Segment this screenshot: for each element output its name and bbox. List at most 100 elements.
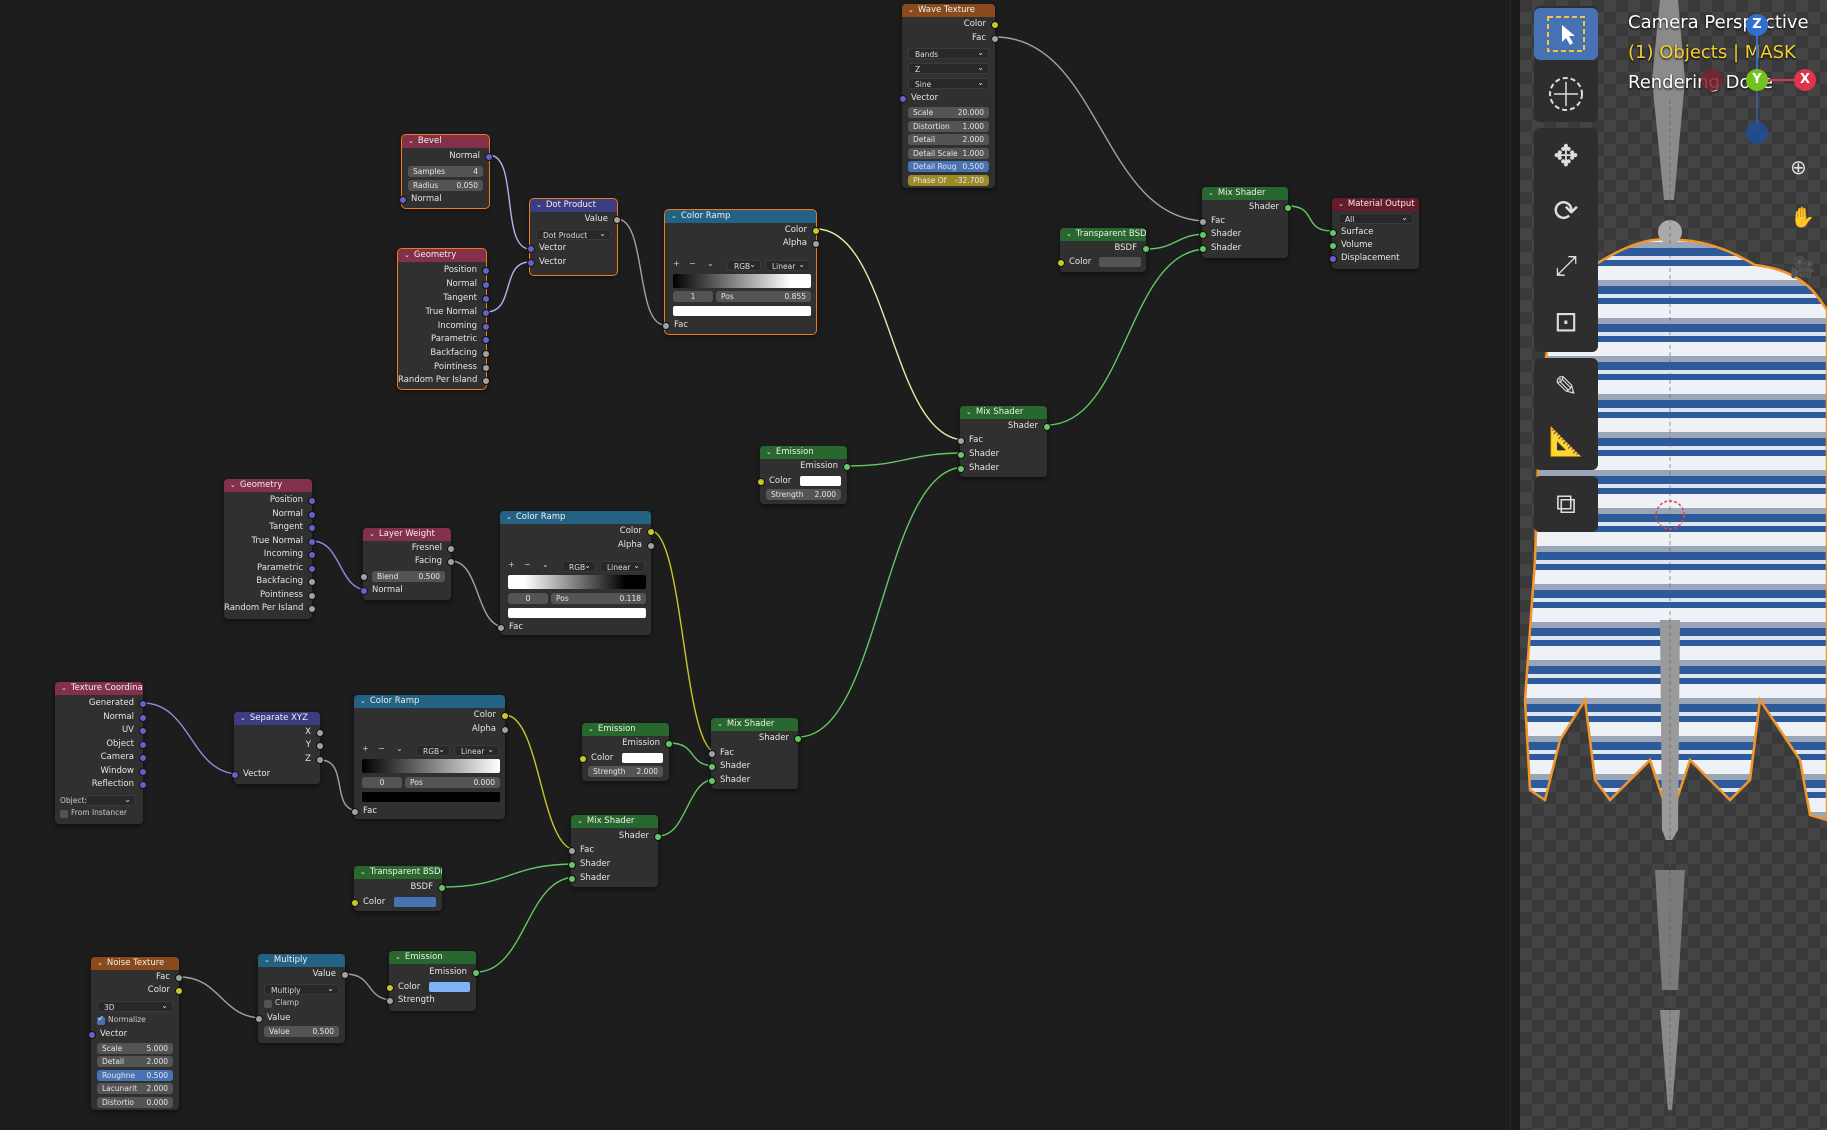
add-stop-button[interactable]: + [362, 744, 369, 753]
cursor-tool[interactable] [1534, 68, 1598, 120]
socket-random-per-island-out[interactable]: Random Per Island [398, 374, 490, 386]
ramp-interpolation-dropdown[interactable]: Linear [600, 560, 645, 572]
math-operation-dropdown[interactable]: Multiply [264, 983, 339, 995]
socket-incoming-out[interactable]: Incoming [224, 548, 316, 560]
ramp-stop-index[interactable]: 0 [508, 593, 548, 604]
ramp-stop-index[interactable]: 0 [362, 777, 402, 788]
from-instancer-checkbox[interactable] [60, 810, 68, 818]
wave-type-dropdown[interactable]: Bands [908, 47, 989, 59]
socket-vector-in[interactable]: Vector [526, 242, 617, 254]
transparent-color-swatch[interactable] [394, 897, 436, 907]
add-stop-button[interactable]: + [673, 259, 680, 268]
socket-window-out[interactable]: Window [55, 765, 147, 777]
node-header[interactable]: ⌄ Geometry [224, 479, 312, 492]
camera-view-icon[interactable]: 🎥 [1790, 255, 1815, 279]
socket-normal-in[interactable]: Normal [359, 584, 451, 596]
socket-shader-in[interactable]: Shader [1198, 228, 1288, 240]
node-header[interactable]: ⌄ Emission [389, 951, 476, 964]
ramp-stop-index[interactable]: 1 [673, 291, 713, 302]
socket-fac-in[interactable]: Fac [707, 747, 798, 759]
noise-detail-field[interactable]: Detail 2.000 [97, 1056, 173, 1067]
socket-parametric-out[interactable]: Parametric [398, 333, 490, 345]
socket-shader-out[interactable]: Shader [960, 420, 1051, 432]
socket-vector-in[interactable]: Vector [87, 1028, 179, 1040]
transparent-color-swatch[interactable] [1099, 257, 1141, 267]
node-dot-product[interactable]: ⌄Dot Product Value Dot Product Vector Ve… [526, 198, 621, 276]
node-layer-weight[interactable]: ⌄ Layer Weight Fresnel Facing Blend 0.500 … [359, 528, 455, 600]
socket-fac-in[interactable]: Fac [496, 621, 651, 633]
socket-alpha-out[interactable]: Alpha [354, 723, 509, 735]
node-link[interactable] [650, 530, 717, 753]
socket-vector-in-2[interactable]: Vector [526, 256, 617, 268]
add-stop-button[interactable]: + [508, 560, 515, 569]
remove-stop-button[interactable]: − [378, 744, 385, 753]
output-target-dropdown[interactable]: All [1338, 212, 1413, 224]
node-link[interactable] [475, 876, 577, 973]
socket-volume-in[interactable]: Volume [1328, 239, 1419, 251]
socket-camera-out[interactable]: Camera [55, 751, 147, 763]
node-link[interactable] [994, 36, 1208, 222]
node-header[interactable]: ⌄ Color Ramp [665, 210, 816, 223]
emission-color-swatch[interactable] [429, 982, 470, 992]
socket-emission-out[interactable]: Emission [760, 460, 851, 472]
node-link[interactable] [450, 560, 506, 628]
ramp-color-mode-dropdown[interactable]: RGB [562, 560, 596, 572]
node-header[interactable]: ⌄ Material Output [1332, 198, 1419, 211]
scale-tool[interactable]: ⤢ [1534, 240, 1598, 292]
node-link[interactable] [178, 976, 264, 1019]
socket-backfacing-out[interactable]: Backfacing [224, 575, 316, 587]
normalize-checkbox[interactable] [97, 1014, 105, 1025]
socket-fac-in[interactable]: Fac [1198, 215, 1288, 227]
node-bevel[interactable]: ⌄ Bevel Normal Samples 4 Radius 0.050 Norma… [398, 134, 493, 209]
socket-vector-in[interactable]: Vector [898, 92, 995, 104]
node-wave-texture[interactable]: ⌄Wave Texture Color Fac Bands Z Sine Vec… [898, 4, 999, 188]
3d-viewport[interactable]: ✥ ⟳ ⤢ ⊡ ✎ 📐 ⧉ Camera Perspective (1) Obj… [1520, 0, 1827, 1130]
socket-shader-in[interactable]: Shader [707, 760, 798, 772]
node-editor[interactable]: ⌄Wave Texture Color Fac Bands Z Sine Vec… [0, 0, 1510, 1130]
noise-roughness-field[interactable]: Roughne 0.500 [97, 1070, 173, 1081]
node-link[interactable] [657, 778, 717, 837]
color-ramp-bar[interactable] [508, 575, 646, 589]
ramp-stop-position-field[interactable]: Pos 0.118 [551, 593, 646, 604]
emission-strength-field[interactable]: Strength 2.000 [588, 766, 663, 777]
node-mix-shader-2[interactable]: ⌄ Mix Shader Shader Fac Shader Shader [956, 406, 1051, 477]
wave-distortion-field[interactable]: Distortion 1.000 [908, 121, 989, 132]
socket-pointiness-out[interactable]: Pointiness [224, 589, 316, 601]
select-box-tool[interactable] [1534, 8, 1598, 60]
remove-stop-button[interactable]: − [689, 259, 696, 268]
measure-tool[interactable]: 📐 [1534, 415, 1598, 467]
socket-displacement-in[interactable]: Displacement [1328, 252, 1419, 264]
node-link[interactable] [815, 228, 966, 441]
emission-color-swatch[interactable] [622, 753, 663, 763]
node-link[interactable] [846, 452, 966, 467]
node-link[interactable] [1287, 205, 1333, 232]
node-link[interactable] [488, 154, 531, 250]
node-mix-shader-3[interactable]: ⌄ Mix Shader Shader Fac Shader Shader [707, 718, 802, 789]
node-emission-3[interactable]: ⌄ Emission Emission Color Strength [385, 951, 480, 1011]
gizmo-x-axis[interactable]: X [1794, 69, 1816, 91]
node-header[interactable]: ⌄Texture Coordinate [55, 682, 143, 695]
socket-shader-in-2[interactable]: Shader [956, 462, 1047, 474]
socket-incoming-out[interactable]: Incoming [398, 320, 490, 332]
chevron-down-icon[interactable]: ⌄ [396, 744, 403, 753]
node-color-ramp-3[interactable]: ⌄Color Ramp Color Alpha + − ⌄ RGB Linear… [350, 695, 509, 819]
socket-facing-out[interactable]: Facing [363, 555, 455, 567]
remove-stop-button[interactable]: − [524, 560, 531, 569]
node-link[interactable] [311, 540, 369, 591]
socket-normal-out[interactable]: Normal [398, 278, 490, 290]
color-ramp-bar[interactable] [362, 759, 500, 773]
chevron-down-icon[interactable]: ⌄ [542, 560, 549, 569]
socket-value-in[interactable]: Value [254, 1012, 345, 1024]
rotate-tool[interactable]: ⟳ [1534, 185, 1598, 237]
node-link[interactable] [142, 702, 240, 775]
node-header[interactable]: ⌄ Emission [582, 723, 669, 736]
gizmo-y-axis[interactable]: Y [1746, 69, 1768, 91]
socket-object-out[interactable]: Object [55, 738, 147, 750]
node-header[interactable]: ⌄ Dot Product [530, 199, 617, 212]
ramp-interpolation-dropdown[interactable]: Linear [765, 259, 810, 271]
node-mix-shader[interactable]: ⌄ Mix Shader Shader Fac Shader Shader [1198, 187, 1292, 258]
noise-scale-field[interactable]: Scale 5.000 [97, 1043, 173, 1054]
transform-tool[interactable]: ⊡ [1534, 295, 1598, 347]
node-color-ramp[interactable]: ⌄Color Ramp Color Alpha + − ⌄ RGB Linear… [661, 209, 820, 335]
node-texture-coordinate[interactable]: ⌄Texture Coordinate Generated Normal UV … [55, 682, 147, 824]
